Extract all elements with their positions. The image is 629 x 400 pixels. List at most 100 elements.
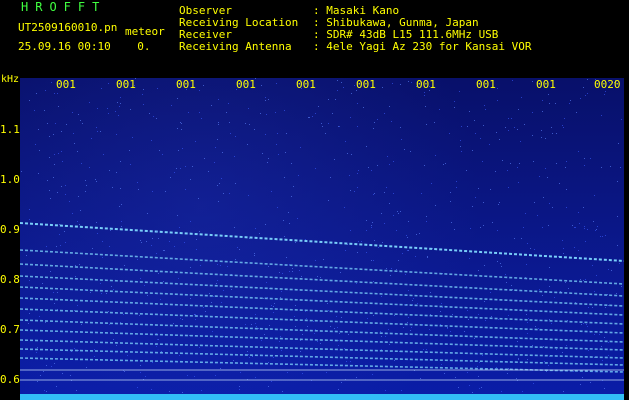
noise-speck <box>267 162 268 163</box>
noise-speck <box>386 187 387 188</box>
noise-speck <box>58 106 59 107</box>
noise-speck <box>357 173 358 174</box>
noise-speck <box>485 320 486 321</box>
noise-speck <box>580 279 581 280</box>
noise-speck <box>549 203 550 204</box>
noise-speck <box>219 183 220 184</box>
noise-speck <box>109 324 110 325</box>
noise-speck <box>358 170 359 171</box>
noise-speck <box>497 230 498 231</box>
noise-speck <box>200 265 201 266</box>
noise-speck <box>182 319 183 320</box>
noise-speck <box>176 168 177 169</box>
noise-speck <box>556 349 557 350</box>
time-axis: 001 001 001 001 001 001 001 001 001 0020 <box>0 78 629 92</box>
noise-speck <box>307 326 308 327</box>
noise-speck <box>461 151 462 152</box>
noise-speck <box>377 165 378 166</box>
freq-tick-label: 0.7 <box>0 324 20 336</box>
noise-speck <box>144 285 145 286</box>
noise-speck <box>30 299 31 300</box>
noise-speck <box>284 110 285 111</box>
noise-speck <box>195 319 196 320</box>
noise-speck <box>267 297 268 298</box>
noise-speck <box>505 274 506 275</box>
noise-speck <box>610 166 611 167</box>
noise-speck <box>549 356 550 357</box>
noise-speck <box>292 268 293 269</box>
noise-speck <box>156 231 157 232</box>
noise-speck <box>575 302 576 303</box>
noise-speck <box>74 348 75 349</box>
noise-speck <box>178 150 179 151</box>
noise-speck <box>357 126 358 127</box>
noise-speck <box>579 223 580 224</box>
spectrogram-traces <box>20 78 624 400</box>
noise-speck <box>401 390 402 391</box>
noise-speck <box>280 297 281 298</box>
noise-speck <box>406 235 407 236</box>
noise-speck <box>595 371 596 372</box>
noise-speck <box>291 196 292 197</box>
noise-speck <box>179 355 180 356</box>
trace-line <box>20 250 624 284</box>
noise-speck <box>152 238 153 239</box>
noise-speck <box>120 97 121 98</box>
noise-speck <box>366 230 367 231</box>
noise-speck <box>116 134 117 135</box>
noise-speck <box>157 339 158 340</box>
noise-speck <box>516 378 517 379</box>
noise-speck <box>601 167 602 168</box>
noise-speck <box>170 177 171 178</box>
noise-speck <box>214 162 215 163</box>
noise-speck <box>458 387 459 388</box>
noise-speck <box>338 126 339 127</box>
noise-speck <box>273 306 274 307</box>
noise-speck <box>36 352 37 353</box>
noise-speck <box>85 180 86 181</box>
noise-speck <box>101 293 102 294</box>
noise-speck <box>57 192 58 193</box>
noise-speck <box>566 189 567 190</box>
noise-speck <box>410 151 411 152</box>
noise-speck <box>472 206 473 207</box>
noise-speck <box>258 328 259 329</box>
noise-speck <box>570 100 571 101</box>
noise-speck <box>594 195 595 196</box>
noise-speck <box>309 117 310 118</box>
noise-speck <box>51 366 52 367</box>
noise-speck <box>608 342 609 343</box>
noise-speck <box>29 280 30 281</box>
noise-speck <box>461 126 462 127</box>
noise-speck <box>180 168 181 169</box>
noise-speck <box>315 329 316 330</box>
noise-speck <box>282 391 283 392</box>
noise-speck <box>180 122 181 123</box>
noise-speck <box>474 120 475 121</box>
noise-speck <box>292 271 293 272</box>
noise-speck <box>330 177 331 178</box>
noise-speck <box>602 360 603 361</box>
noise-speck <box>38 173 39 174</box>
noise-speck <box>380 331 381 332</box>
noise-speck <box>162 154 163 155</box>
noise-speck <box>110 230 111 231</box>
noise-speck <box>109 246 110 247</box>
noise-speck <box>415 256 416 257</box>
noise-speck <box>442 273 443 274</box>
noise-speck <box>460 140 461 141</box>
noise-speck <box>552 207 553 208</box>
noise-speck <box>143 104 144 105</box>
noise-speck <box>53 177 54 178</box>
noise-speck <box>485 109 486 110</box>
freq-axis: 1.1 1.0 0.9 0.8 0.7 0.6 <box>0 78 20 400</box>
noise-speck <box>419 233 420 234</box>
noise-speck <box>177 98 178 99</box>
noise-speck <box>389 283 390 284</box>
noise-speck <box>227 266 228 267</box>
noise-speck <box>441 364 442 365</box>
noise-speck <box>163 281 164 282</box>
noise-speck <box>91 138 92 139</box>
noise-speck <box>373 315 374 316</box>
noise-speck <box>385 336 386 337</box>
